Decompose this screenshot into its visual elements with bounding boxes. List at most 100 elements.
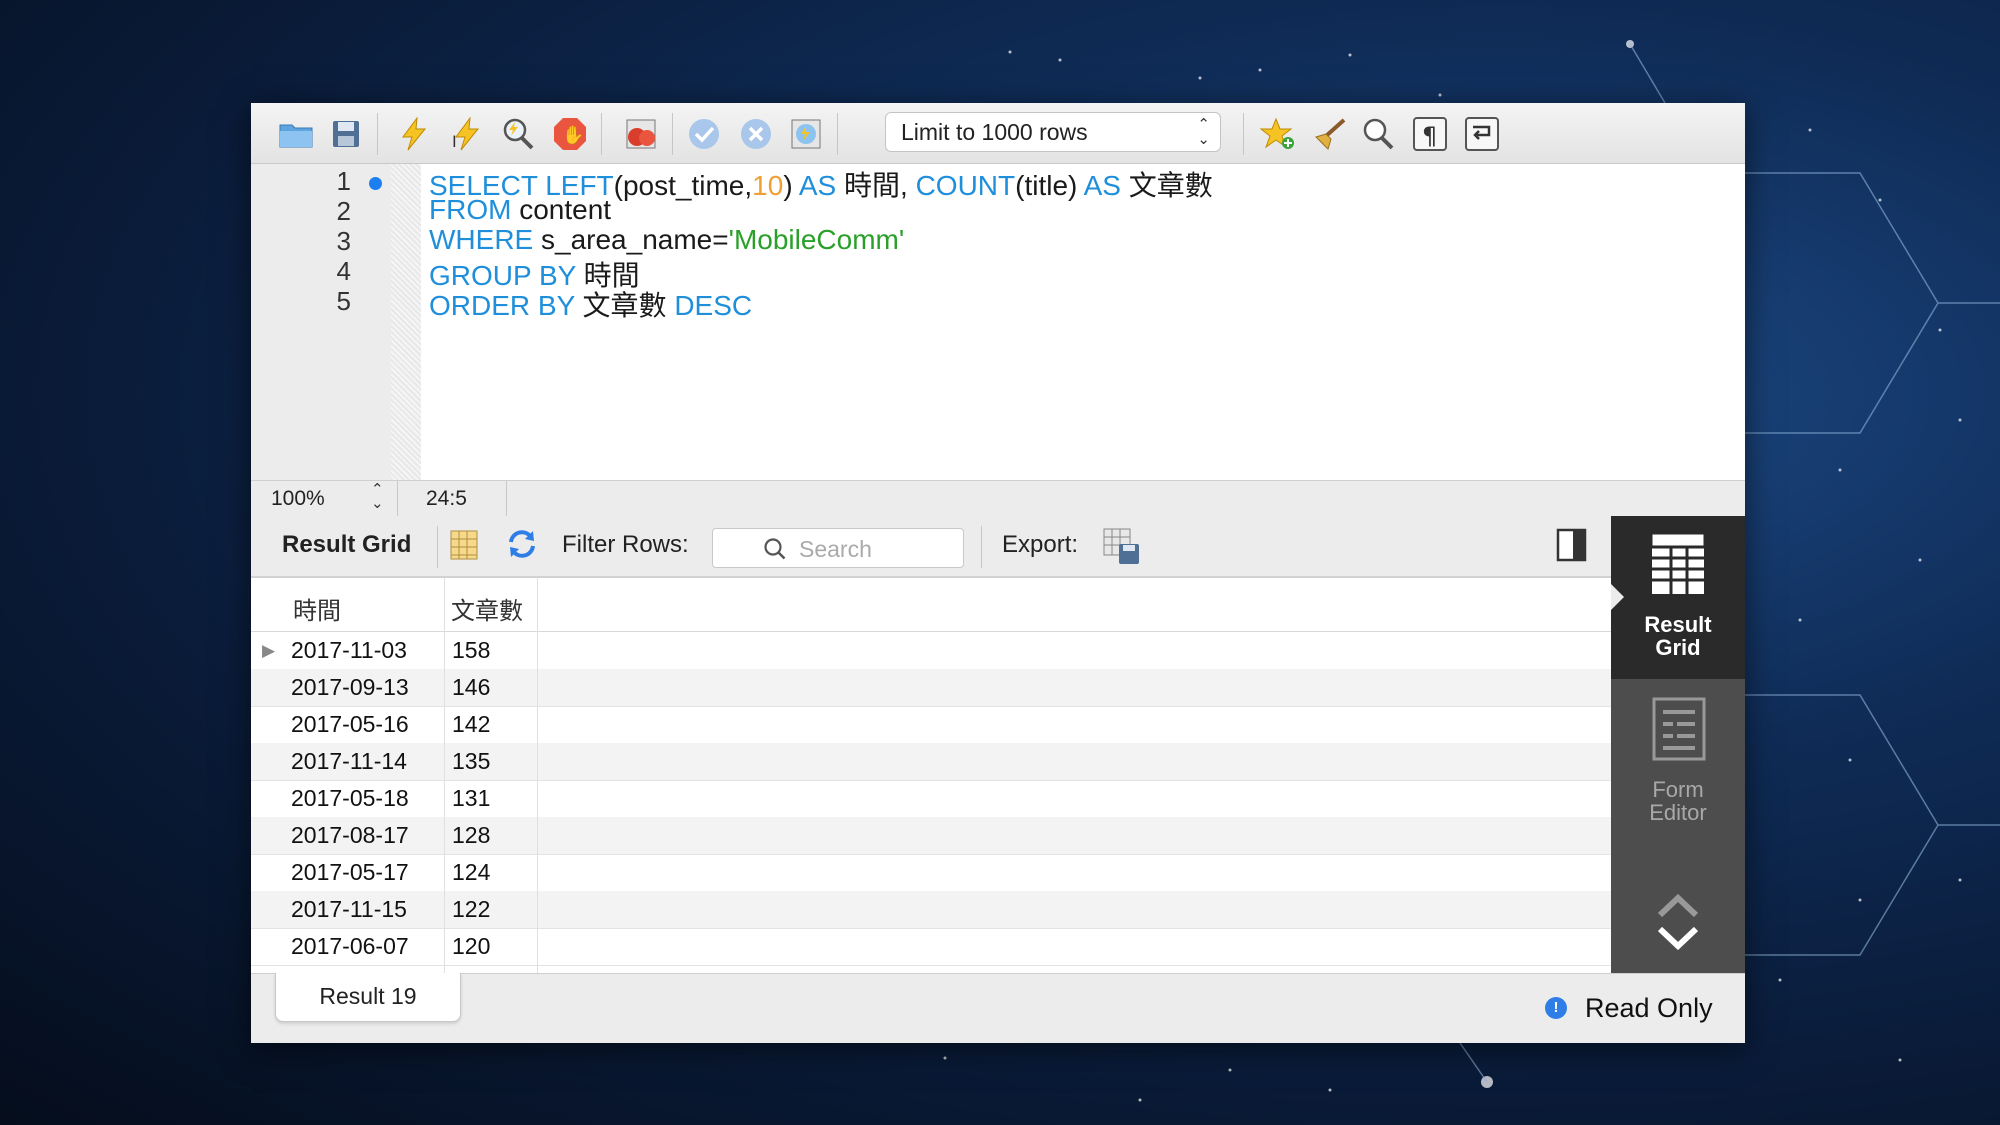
commit-check-icon[interactable] bbox=[685, 115, 723, 153]
editor-status-bar: 100% ⌃ ⌄ 24:5 bbox=[251, 480, 1745, 517]
code-text: (title) bbox=[1015, 170, 1084, 201]
form-editor-icon bbox=[1651, 696, 1707, 767]
cell-time[interactable]: 2017-11-03 bbox=[291, 637, 407, 664]
result-grid-tab[interactable]: Result Grid bbox=[1611, 516, 1745, 679]
form-editor-tab-label-1: Form bbox=[1652, 777, 1704, 802]
scroll-up-chevron-icon[interactable] bbox=[1655, 891, 1701, 926]
toggle-panel-icon[interactable] bbox=[1556, 528, 1588, 567]
cell-count[interactable]: 146 bbox=[452, 674, 490, 701]
rollback-x-icon[interactable] bbox=[737, 115, 775, 153]
table-row[interactable]: 2017-05-18 131 bbox=[251, 780, 1611, 818]
toggle-error-stop-icon[interactable] bbox=[622, 115, 660, 153]
invisible-chars-pilcrow-icon[interactable]: ¶ bbox=[1411, 115, 1449, 153]
result-toolbar: Result Grid Filter Rows: Search Export: bbox=[251, 516, 1611, 578]
cell-time[interactable]: 2017-09-13 bbox=[291, 674, 409, 701]
zoom-level: 100% bbox=[271, 487, 325, 510]
stop-hand-icon[interactable]: ✋ bbox=[551, 115, 589, 153]
cell-count[interactable]: 128 bbox=[452, 822, 490, 849]
line-number: 1 bbox=[336, 166, 351, 196]
execute-lightning-icon[interactable] bbox=[395, 115, 433, 153]
info-icon: ! bbox=[1545, 997, 1567, 1019]
current-statement-marker bbox=[369, 177, 382, 190]
wrap-lines-icon[interactable] bbox=[1463, 115, 1501, 153]
autocommit-icon[interactable] bbox=[787, 115, 825, 153]
table-row[interactable]: 2017-05-16 142 bbox=[251, 706, 1611, 744]
column-header-count[interactable]: 文章數 bbox=[451, 591, 523, 626]
scroll-down-chevron-icon[interactable] bbox=[1655, 923, 1701, 958]
cell-count[interactable]: 124 bbox=[452, 859, 490, 886]
table-row[interactable]: 2017-11-14 135 bbox=[251, 743, 1611, 781]
table-row[interactable]: 2017-11-15 122 bbox=[251, 891, 1611, 929]
limit-rows-select[interactable]: Limit to 1000 rows ⌃ ⌄ bbox=[885, 112, 1221, 152]
chevron-updown-icon: ⌃ ⌄ bbox=[1197, 116, 1210, 148]
code-line-3: WHERE s_area_name='MobileComm' bbox=[429, 224, 904, 256]
row-pointer-icon: ▶ bbox=[262, 641, 276, 660]
cell-time[interactable]: 2017-05-17 bbox=[291, 859, 409, 886]
zoom-stepper[interactable]: ⌃ ⌄ bbox=[371, 482, 384, 511]
code-keyword: WHERE bbox=[429, 224, 534, 255]
code-number: 10 bbox=[752, 170, 784, 201]
execute-current-icon[interactable]: I bbox=[447, 115, 485, 153]
svg-text:I: I bbox=[452, 132, 457, 151]
table-row[interactable]: 2017-08-17 128 bbox=[251, 817, 1611, 855]
workbench-window: I ✋ Limit to 1000 rows ⌃ ⌄ ¶ 1 2 3 4 5 S… bbox=[251, 103, 1745, 1043]
result-grid[interactable]: 時間 文章數 ▶ 2017-11-03 158 2017-09-13 146 2… bbox=[251, 578, 1611, 973]
line-number: 3 bbox=[336, 226, 351, 256]
code-keyword: COUNT bbox=[915, 170, 1016, 201]
result-grid-tab-label-2: Grid bbox=[1655, 635, 1701, 660]
result-grid-title: Result Grid bbox=[282, 531, 412, 558]
fold-strip bbox=[391, 164, 421, 480]
export-label: Export: bbox=[1002, 531, 1079, 558]
add-snippet-star-icon[interactable] bbox=[1259, 115, 1297, 153]
export-icon[interactable] bbox=[1102, 527, 1142, 570]
cell-count[interactable]: 120 bbox=[452, 933, 490, 960]
code-string: 'MobileComm' bbox=[728, 224, 905, 255]
open-folder-icon[interactable] bbox=[277, 115, 315, 153]
beautify-broom-icon[interactable] bbox=[1311, 115, 1349, 153]
line-number: 2 bbox=[336, 196, 351, 226]
save-icon[interactable] bbox=[327, 115, 365, 153]
cell-time[interactable]: 2017-11-15 bbox=[291, 896, 407, 923]
cell-count[interactable]: 122 bbox=[452, 896, 490, 923]
result-tab[interactable]: Result 19 bbox=[275, 973, 461, 1022]
search-placeholder: Search bbox=[799, 536, 872, 562]
code-keyword: FROM bbox=[429, 194, 512, 225]
cell-count[interactable]: 158 bbox=[452, 637, 490, 664]
cell-count[interactable]: 142 bbox=[452, 711, 490, 738]
cell-time[interactable]: 2017-11-14 bbox=[291, 748, 407, 775]
column-header-time[interactable]: 時間 bbox=[293, 591, 341, 626]
table-row[interactable]: 2017-05-17 124 bbox=[251, 854, 1611, 892]
column-divider bbox=[444, 578, 445, 973]
find-magnifier-icon[interactable] bbox=[1359, 115, 1397, 153]
cell-count[interactable]: 131 bbox=[452, 785, 490, 812]
svg-text:¶: ¶ bbox=[1422, 122, 1437, 150]
form-editor-tab[interactable]: Form Editor bbox=[1611, 681, 1745, 846]
cell-time[interactable]: 2017-06-07 bbox=[291, 933, 409, 960]
explain-magnifier-icon[interactable] bbox=[499, 115, 537, 153]
table-row[interactable]: ▶ 2017-11-03 158 bbox=[251, 632, 1611, 670]
code-keyword: DESC bbox=[674, 290, 753, 321]
table-row[interactable]: 2017-09-13 146 bbox=[251, 669, 1611, 707]
result-grid-tab-label-1: Result bbox=[1644, 612, 1712, 637]
result-side-panel: Result Grid Form Editor bbox=[1611, 516, 1745, 973]
form-editor-tab-label-2: Editor bbox=[1649, 800, 1707, 825]
code-text: content bbox=[511, 194, 612, 225]
filter-search-input[interactable]: Search bbox=[712, 528, 964, 568]
column-divider bbox=[537, 578, 538, 973]
line-number: 4 bbox=[336, 256, 351, 286]
cell-time[interactable]: 2017-08-17 bbox=[291, 822, 409, 849]
sql-editor[interactable]: 1 2 3 4 5 SELECT LEFT(post_time,10) AS 時… bbox=[251, 164, 1745, 480]
table-row[interactable]: 2017-06-07 120 bbox=[251, 928, 1611, 966]
code-line-5: ORDER BY 文章數 DESC bbox=[429, 284, 752, 324]
line-number-gutter: 1 2 3 4 5 bbox=[251, 164, 391, 480]
grid-header: 時間 文章數 bbox=[251, 578, 1611, 632]
cell-count[interactable]: 135 bbox=[452, 748, 490, 775]
refresh-icon[interactable] bbox=[505, 528, 539, 565]
cell-time[interactable]: 2017-05-18 bbox=[291, 785, 409, 812]
limit-rows-value: Limit to 1000 rows bbox=[901, 119, 1088, 145]
cell-time[interactable]: 2017-05-16 bbox=[291, 711, 409, 738]
cursor-position: 24:5 bbox=[426, 487, 467, 510]
code-text: 文章數 bbox=[574, 290, 675, 321]
query-toolbar: I ✋ Limit to 1000 rows ⌃ ⌄ ¶ bbox=[251, 103, 1745, 164]
column-toggle-icon[interactable] bbox=[449, 529, 479, 566]
